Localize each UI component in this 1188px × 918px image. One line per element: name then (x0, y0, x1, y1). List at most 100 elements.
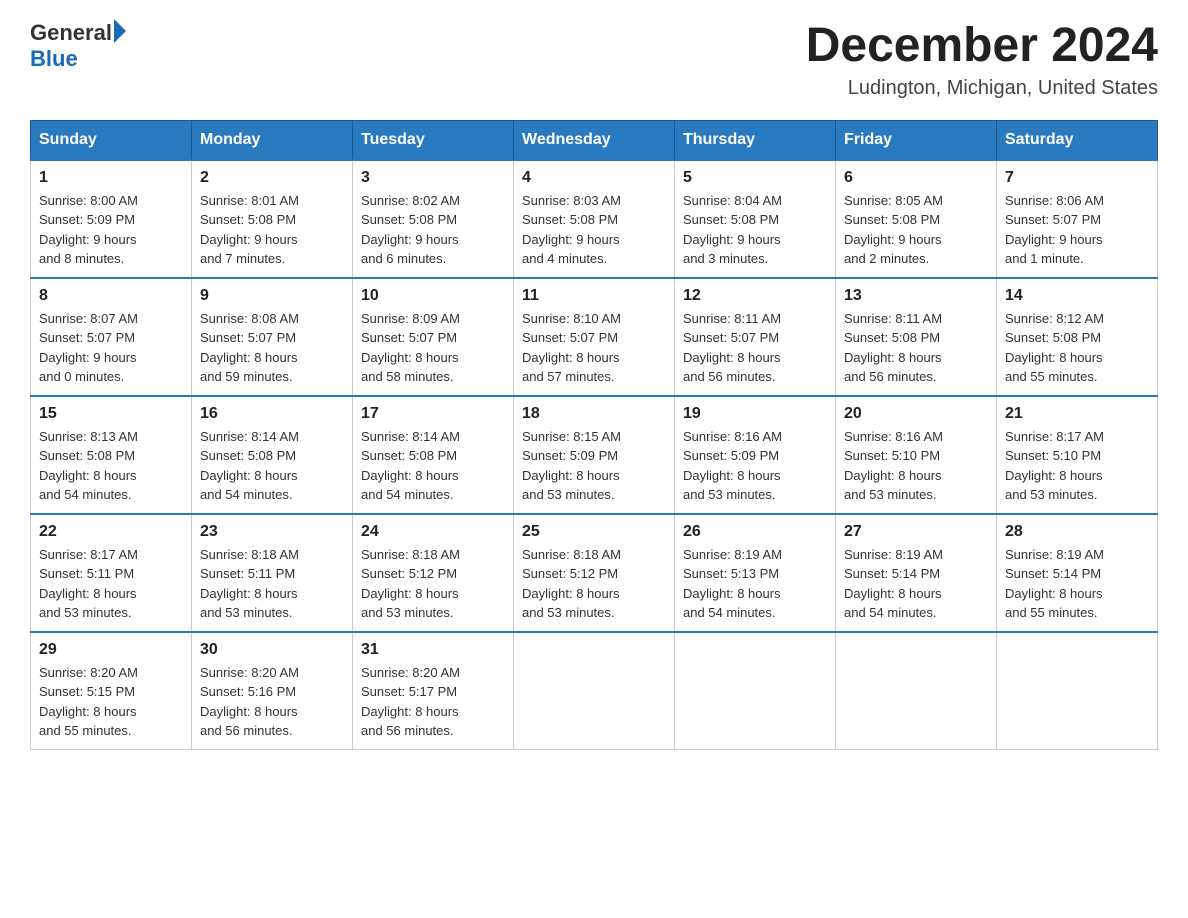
day-info-1: Sunrise: 8:00 AM Sunset: 5:09 PM Dayligh… (39, 191, 183, 269)
header-friday: Friday (836, 120, 997, 160)
calendar-day-6: 6 Sunrise: 8:05 AM Sunset: 5:08 PM Daylig… (836, 160, 997, 278)
calendar-day-21: 21 Sunrise: 8:17 AM Sunset: 5:10 PM Dayli… (997, 396, 1158, 514)
day-info-29: Sunrise: 8:20 AM Sunset: 5:15 PM Dayligh… (39, 663, 183, 741)
day-number-23: 23 (200, 523, 344, 541)
main-title: December 2024 (806, 20, 1158, 73)
calendar-day-empty (836, 632, 997, 750)
calendar-day-23: 23 Sunrise: 8:18 AM Sunset: 5:11 PM Dayli… (192, 514, 353, 632)
day-number-11: 11 (522, 287, 666, 305)
calendar-day-7: 7 Sunrise: 8:06 AM Sunset: 5:07 PM Daylig… (997, 160, 1158, 278)
day-number-12: 12 (683, 287, 827, 305)
logo-blue-text: Blue (30, 46, 78, 71)
calendar-day-27: 27 Sunrise: 8:19 AM Sunset: 5:14 PM Dayli… (836, 514, 997, 632)
calendar-day-empty (675, 632, 836, 750)
day-number-20: 20 (844, 405, 988, 423)
calendar-day-5: 5Sunrise: 8:04 AM Sunset: 5:08 PM Daylig… (675, 160, 836, 278)
day-info-15: Sunrise: 8:13 AM Sunset: 5:08 PM Dayligh… (39, 427, 183, 505)
calendar-day-24: 24 Sunrise: 8:18 AM Sunset: 5:12 PM Dayli… (353, 514, 514, 632)
calendar-table: SundayMondayTuesdayWednesdayThursdayFrid… (30, 120, 1158, 750)
logo-general-text: General (30, 20, 112, 45)
day-info-8: Sunrise: 8:07 AM Sunset: 5:07 PM Dayligh… (39, 309, 183, 387)
day-number-8: 8 (39, 287, 183, 305)
calendar-header-row: SundayMondayTuesdayWednesdayThursdayFrid… (31, 120, 1158, 160)
day-info-17: Sunrise: 8:14 AM Sunset: 5:08 PM Dayligh… (361, 427, 505, 505)
day-info-20: Sunrise: 8:16 AM Sunset: 5:10 PM Dayligh… (844, 427, 988, 505)
calendar-day-26: 26 Sunrise: 8:19 AM Sunset: 5:13 PM Dayli… (675, 514, 836, 632)
day-number-15: 15 (39, 405, 183, 423)
day-info-6: Sunrise: 8:05 AM Sunset: 5:08 PM Dayligh… (844, 191, 988, 269)
day-number-17: 17 (361, 405, 505, 423)
day-number-30: 30 (200, 641, 344, 659)
calendar-day-8: 8 Sunrise: 8:07 AM Sunset: 5:07 PM Daylig… (31, 278, 192, 396)
page-header: General Blue December 2024 Ludington, Mi… (30, 20, 1158, 100)
day-info-22: Sunrise: 8:17 AM Sunset: 5:11 PM Dayligh… (39, 545, 183, 623)
header-tuesday: Tuesday (353, 120, 514, 160)
calendar-day-3: 3Sunrise: 8:02 AM Sunset: 5:08 PM Daylig… (353, 160, 514, 278)
day-number-22: 22 (39, 523, 183, 541)
day-info-12: Sunrise: 8:11 AM Sunset: 5:07 PM Dayligh… (683, 309, 827, 387)
day-number-9: 9 (200, 287, 344, 305)
header-sunday: Sunday (31, 120, 192, 160)
day-info-14: Sunrise: 8:12 AM Sunset: 5:08 PM Dayligh… (1005, 309, 1149, 387)
day-number-26: 26 (683, 523, 827, 541)
calendar-day-4: 4 Sunrise: 8:03 AM Sunset: 5:08 PM Daylig… (514, 160, 675, 278)
calendar-day-14: 14Sunrise: 8:12 AM Sunset: 5:08 PM Dayli… (997, 278, 1158, 396)
calendar-day-15: 15 Sunrise: 8:13 AM Sunset: 5:08 PM Dayli… (31, 396, 192, 514)
day-info-18: Sunrise: 8:15 AM Sunset: 5:09 PM Dayligh… (522, 427, 666, 505)
day-info-3: Sunrise: 8:02 AM Sunset: 5:08 PM Dayligh… (361, 191, 505, 269)
calendar-day-16: 16Sunrise: 8:14 AM Sunset: 5:08 PM Dayli… (192, 396, 353, 514)
day-info-9: Sunrise: 8:08 AM Sunset: 5:07 PM Dayligh… (200, 309, 344, 387)
day-info-13: Sunrise: 8:11 AM Sunset: 5:08 PM Dayligh… (844, 309, 988, 387)
logo-container: General Blue (30, 20, 126, 73)
day-number-2: 2 (200, 169, 344, 187)
calendar-day-12: 12 Sunrise: 8:11 AM Sunset: 5:07 PM Dayli… (675, 278, 836, 396)
day-number-25: 25 (522, 523, 666, 541)
day-number-21: 21 (1005, 405, 1149, 423)
calendar-week-1: 1 Sunrise: 8:00 AM Sunset: 5:09 PM Daylig… (31, 160, 1158, 278)
header-thursday: Thursday (675, 120, 836, 160)
header-wednesday: Wednesday (514, 120, 675, 160)
calendar-day-1: 1 Sunrise: 8:00 AM Sunset: 5:09 PM Daylig… (31, 160, 192, 278)
calendar-day-2: 2Sunrise: 8:01 AM Sunset: 5:08 PM Daylig… (192, 160, 353, 278)
calendar-day-19: 19Sunrise: 8:16 AM Sunset: 5:09 PM Dayli… (675, 396, 836, 514)
day-number-4: 4 (522, 169, 666, 187)
day-number-24: 24 (361, 523, 505, 541)
day-number-31: 31 (361, 641, 505, 659)
title-area: December 2024 Ludington, Michigan, Unite… (806, 20, 1158, 100)
calendar-day-empty (997, 632, 1158, 750)
day-info-23: Sunrise: 8:18 AM Sunset: 5:11 PM Dayligh… (200, 545, 344, 623)
day-number-27: 27 (844, 523, 988, 541)
logo-triangle-icon (114, 19, 126, 43)
calendar-day-22: 22 Sunrise: 8:17 AM Sunset: 5:11 PM Dayli… (31, 514, 192, 632)
calendar-day-30: 30Sunrise: 8:20 AM Sunset: 5:16 PM Dayli… (192, 632, 353, 750)
day-number-28: 28 (1005, 523, 1149, 541)
calendar-day-29: 29Sunrise: 8:20 AM Sunset: 5:15 PM Dayli… (31, 632, 192, 750)
day-number-6: 6 (844, 169, 988, 187)
calendar-day-28: 28 Sunrise: 8:19 AM Sunset: 5:14 PM Dayli… (997, 514, 1158, 632)
calendar-week-5: 29Sunrise: 8:20 AM Sunset: 5:15 PM Dayli… (31, 632, 1158, 750)
calendar-week-2: 8 Sunrise: 8:07 AM Sunset: 5:07 PM Daylig… (31, 278, 1158, 396)
day-number-1: 1 (39, 169, 183, 187)
calendar-day-17: 17 Sunrise: 8:14 AM Sunset: 5:08 PM Dayli… (353, 396, 514, 514)
day-number-13: 13 (844, 287, 988, 305)
day-info-27: Sunrise: 8:19 AM Sunset: 5:14 PM Dayligh… (844, 545, 988, 623)
calendar-day-20: 20 Sunrise: 8:16 AM Sunset: 5:10 PM Dayli… (836, 396, 997, 514)
day-info-28: Sunrise: 8:19 AM Sunset: 5:14 PM Dayligh… (1005, 545, 1149, 623)
day-info-24: Sunrise: 8:18 AM Sunset: 5:12 PM Dayligh… (361, 545, 505, 623)
header-monday: Monday (192, 120, 353, 160)
day-info-26: Sunrise: 8:19 AM Sunset: 5:13 PM Dayligh… (683, 545, 827, 623)
calendar-week-3: 15 Sunrise: 8:13 AM Sunset: 5:08 PM Dayli… (31, 396, 1158, 514)
day-info-7: Sunrise: 8:06 AM Sunset: 5:07 PM Dayligh… (1005, 191, 1149, 269)
day-number-7: 7 (1005, 169, 1149, 187)
day-number-10: 10 (361, 287, 505, 305)
day-info-25: Sunrise: 8:18 AM Sunset: 5:12 PM Dayligh… (522, 545, 666, 623)
calendar-day-31: 31 Sunrise: 8:20 AM Sunset: 5:17 PM Dayli… (353, 632, 514, 750)
day-info-19: Sunrise: 8:16 AM Sunset: 5:09 PM Dayligh… (683, 427, 827, 505)
day-info-31: Sunrise: 8:20 AM Sunset: 5:17 PM Dayligh… (361, 663, 505, 741)
calendar-day-18: 18Sunrise: 8:15 AM Sunset: 5:09 PM Dayli… (514, 396, 675, 514)
calendar-day-25: 25 Sunrise: 8:18 AM Sunset: 5:12 PM Dayli… (514, 514, 675, 632)
calendar-day-13: 13 Sunrise: 8:11 AM Sunset: 5:08 PM Dayli… (836, 278, 997, 396)
day-info-4: Sunrise: 8:03 AM Sunset: 5:08 PM Dayligh… (522, 191, 666, 269)
day-number-16: 16 (200, 405, 344, 423)
day-info-21: Sunrise: 8:17 AM Sunset: 5:10 PM Dayligh… (1005, 427, 1149, 505)
